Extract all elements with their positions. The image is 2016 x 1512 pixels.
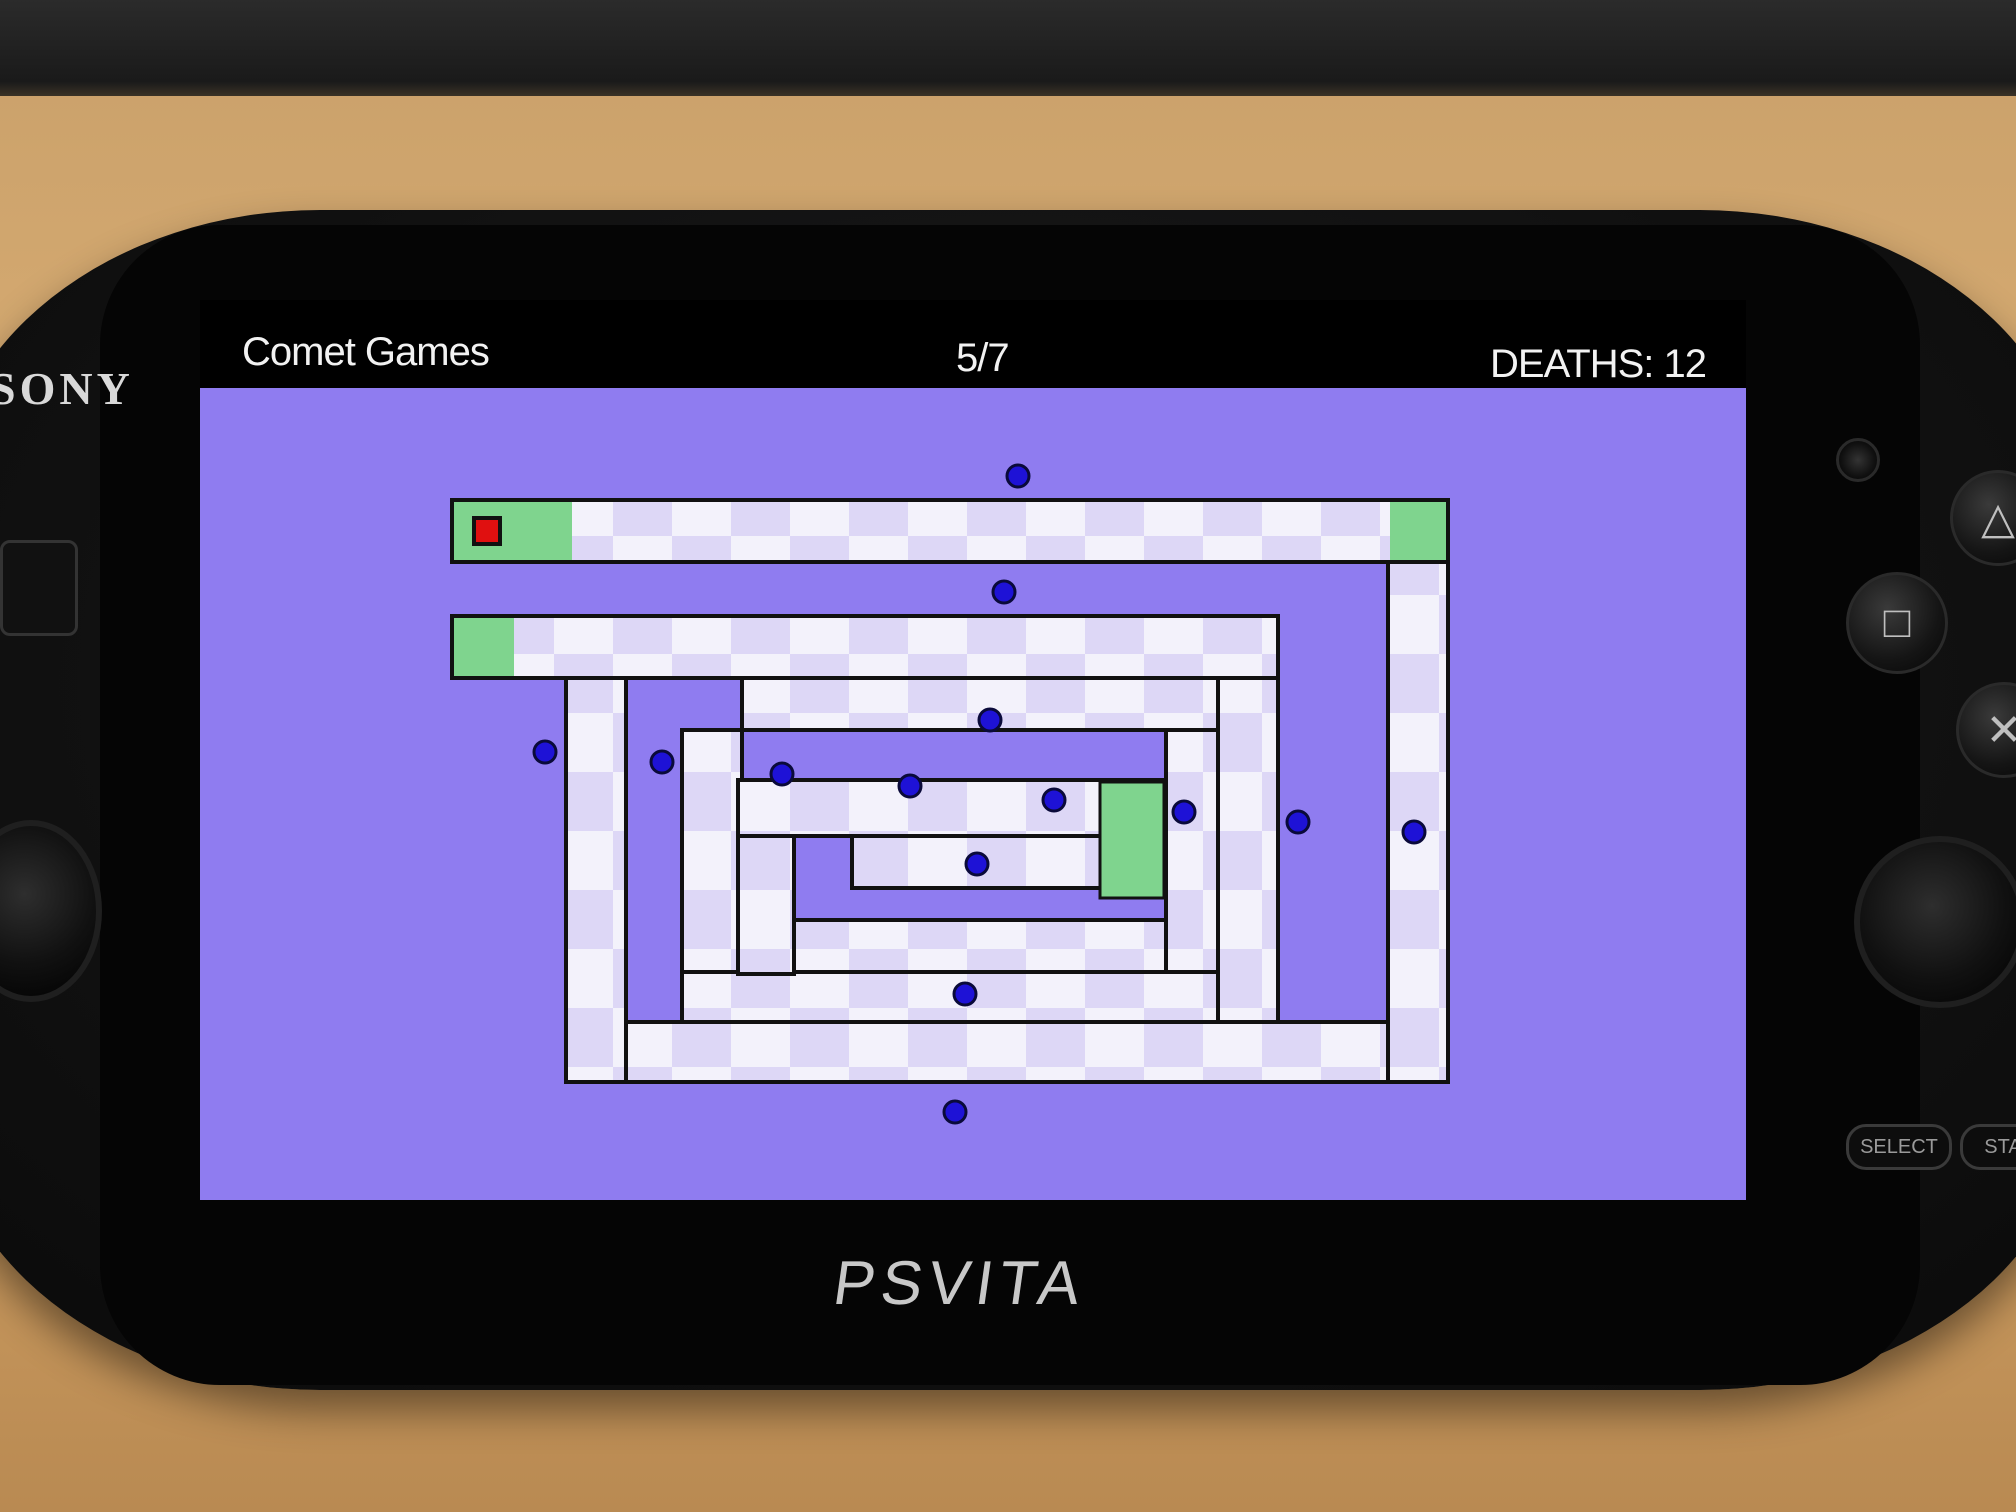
enemy-dot <box>649 749 675 775</box>
enemy-dot <box>952 981 978 1007</box>
triangle-button[interactable]: △ <box>1950 470 2016 566</box>
enemy-dot <box>1401 819 1427 845</box>
enemy-dot <box>942 1099 968 1125</box>
start-button[interactable]: STA <box>1960 1124 2016 1170</box>
cross-icon: ✕ <box>1985 705 2016 755</box>
cross-button[interactable]: ✕ <box>1956 682 2016 778</box>
playfield <box>200 388 1746 1200</box>
enemy-dot <box>1005 463 1031 489</box>
game-screen: Comet Games 5/7 DEATHS: 12 <box>200 300 1746 1200</box>
square-button[interactable]: □ <box>1846 572 1948 674</box>
player-square[interactable] <box>472 516 502 546</box>
enemy-dot <box>532 739 558 765</box>
sony-logo: SONY <box>0 363 134 414</box>
checkpoint-zone <box>1390 502 1446 560</box>
enemy-dot <box>769 761 795 787</box>
enemy-dot <box>991 579 1017 605</box>
square-icon: □ <box>1883 598 1911 647</box>
enemy-dot <box>1285 809 1311 835</box>
triangle-icon: △ <box>1981 493 2015 543</box>
dpad[interactable] <box>0 540 78 636</box>
enemy-dot <box>977 707 1003 733</box>
right-analog-stick[interactable] <box>1854 836 2016 1008</box>
monitor-edge <box>0 0 2016 96</box>
checkpoint-zone <box>454 618 514 676</box>
goal-zone <box>1098 780 1166 900</box>
start-zone <box>454 502 572 560</box>
photo-scene: SONY △ □ ✕ SELECT STA PSVITA Comet Games… <box>0 0 2016 1512</box>
enemy-dot <box>1171 799 1197 825</box>
enemy-dot <box>964 851 990 877</box>
front-camera <box>1836 438 1880 482</box>
enemy-dot <box>1041 787 1067 813</box>
select-button[interactable]: SELECT <box>1846 1124 1952 1170</box>
psvita-logo: PSVITA <box>829 1249 1091 1318</box>
enemy-dot <box>897 773 923 799</box>
